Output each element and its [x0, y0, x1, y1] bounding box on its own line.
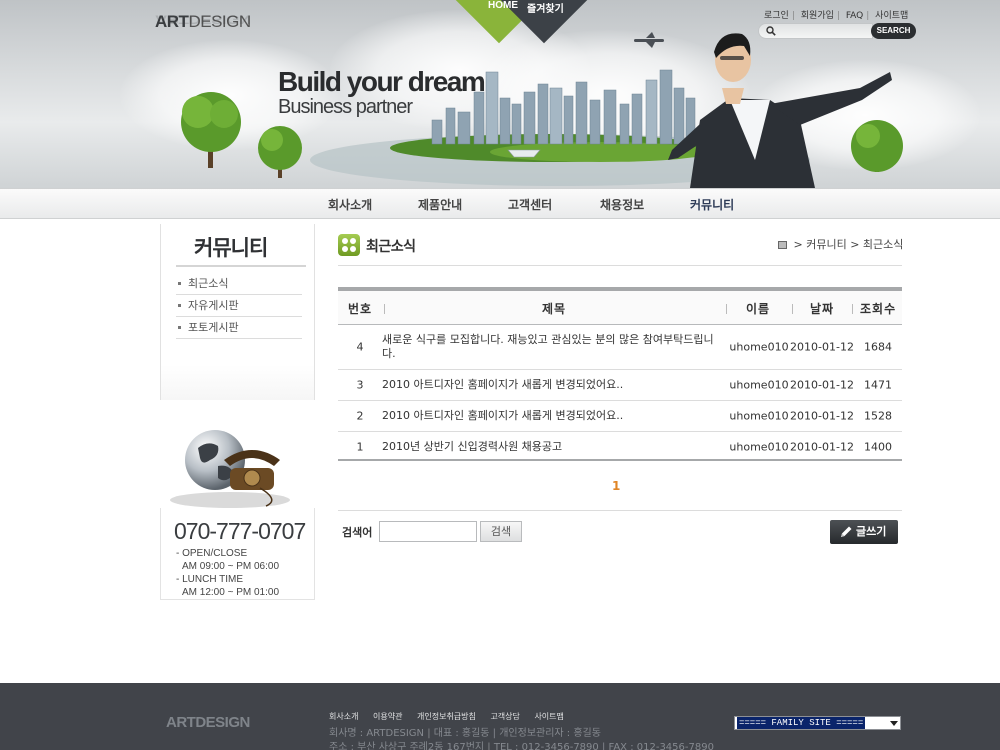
table-row[interactable]: 3 2010 아트디자인 홈페이지가 새롭게 변경되었어요.. uhome010…: [338, 370, 902, 401]
row-title[interactable]: 2010 아트디자인 홈페이지가 새롭게 변경되었어요..: [382, 378, 722, 392]
footer-link-terms[interactable]: 이용약관: [373, 712, 402, 721]
footer-links: 회사소개 이용약관 개인정보취급방침 고객상담 사이트맵: [329, 711, 576, 722]
row-title[interactable]: 새로운 식구를 모집합니다. 재능있고 관심있는 분의 많은 참여부탁드립니다.: [382, 333, 722, 361]
section-icon: [338, 234, 360, 256]
footer-link-support[interactable]: 고객상담: [490, 712, 519, 721]
hours-lunch-value: AM 12:00 ~ PM 01:00: [182, 587, 280, 598]
section-title: 최근소식: [366, 239, 416, 255]
header-search-button[interactable]: SEARCH: [871, 23, 916, 39]
breadcrumb-sep: >: [850, 238, 860, 251]
sidebar-item-photo-board[interactable]: 포토게시판: [176, 317, 302, 339]
login-link[interactable]: 로그인: [764, 11, 789, 21]
news-board: 번호 제목 이름 날짜 조회수 4 새로운 식구를 모집합니다. 재능있고 관심…: [338, 287, 902, 462]
row-no: 4: [356, 340, 364, 354]
family-site-selected: ===== FAMILY SITE =====: [737, 717, 866, 729]
col-name: 이름: [746, 302, 771, 316]
row-hits: 1684: [864, 340, 892, 354]
breadcrumb-current: 최근소식: [862, 238, 904, 251]
row-date: 2010-01-12: [790, 409, 854, 423]
footer: ARTDESIGN 회사소개 이용약관 개인정보취급방침 고객상담 사이트맵 회…: [0, 683, 1000, 750]
util-links: 로그인 | 회원가입 | FAQ | 사이트맵: [764, 11, 909, 21]
hours-open-value: AM 09:00 ~ PM 06:00: [182, 561, 280, 572]
join-link[interactable]: 회원가입: [801, 11, 834, 21]
footer-link-privacy[interactable]: 개인정보취급방침: [417, 712, 476, 721]
board-footer-divider: [338, 510, 902, 511]
row-name: uhome010: [729, 340, 789, 354]
board-search-input[interactable]: [379, 521, 477, 542]
footer-address-info: 주소 : 부산 사상구 주례2동 167번지 | TEL : 012-3456-…: [329, 742, 714, 750]
footer-logo: ARTDESIGN: [166, 714, 250, 731]
sidebar-item-free-board[interactable]: 자유게시판: [176, 295, 302, 317]
write-button[interactable]: 글쓰기: [830, 520, 898, 544]
board-search-label: 검색어: [342, 526, 373, 539]
footer-company-info: 회사명 : ARTDESIGN | 대표 : 홍길동 | 개인정보관리자 : 홍…: [329, 728, 601, 739]
row-title[interactable]: 2010 아트디자인 홈페이지가 새롭게 변경되었어요..: [382, 409, 722, 423]
footer-link-sitemap[interactable]: 사이트맵: [534, 712, 563, 721]
nav-item-community[interactable]: 커뮤니티: [690, 196, 734, 213]
board-search-button[interactable]: 검색: [480, 521, 522, 542]
slogan-sub: Business partner: [278, 96, 413, 118]
row-date: 2010-01-12: [790, 440, 854, 454]
sitemap-link[interactable]: 사이트맵: [875, 11, 908, 21]
nav-item-company[interactable]: 회사소개: [328, 196, 372, 213]
row-hits: 1400: [864, 440, 892, 454]
row-title[interactable]: 2010년 상반기 신입경력사원 채용공고: [382, 440, 722, 454]
row-no: 2: [356, 409, 364, 423]
pencil-icon: [841, 526, 852, 537]
hours-open-label: - OPEN/CLOSE: [176, 548, 248, 559]
col-no: 번호: [348, 302, 373, 316]
nav-item-support[interactable]: 고객센터: [508, 196, 552, 213]
nav-item-products[interactable]: 제품안내: [418, 196, 462, 213]
row-no: 3: [356, 378, 364, 392]
row-hits: 1471: [864, 378, 892, 392]
row-no: 1: [356, 440, 364, 454]
col-hits: 조회수: [860, 302, 897, 316]
main-nav: 회사소개 제품안내 고객센터 채용정보 커뮤니티: [0, 188, 1000, 219]
table-row[interactable]: 2 2010 아트디자인 홈페이지가 새롭게 변경되었어요.. uhome010…: [338, 401, 902, 432]
row-name: uhome010: [729, 440, 789, 454]
sidebar-divider: [176, 265, 306, 267]
family-site-select[interactable]: ===== FAMILY SITE =====: [734, 716, 901, 730]
sidebar-item-recent-news[interactable]: 최근소식: [176, 273, 302, 295]
row-date: 2010-01-12: [790, 340, 854, 354]
breadcrumb: > 커뮤니티 > 최근소식: [778, 236, 903, 252]
row-date: 2010-01-12: [790, 378, 854, 392]
contact-illustration: [160, 420, 315, 510]
row-hits: 1528: [864, 409, 892, 423]
favorite-link[interactable]: 즐겨찾기: [527, 0, 564, 15]
col-title: 제목: [542, 302, 567, 316]
logo-reflection-strong: ART: [155, 12, 189, 26]
globe-phone-icon: [170, 430, 290, 508]
footer-link-company[interactable]: 회사소개: [329, 712, 358, 721]
breadcrumb-sep: >: [793, 238, 803, 251]
header: ARTDESIGN ARTDESIGN HOME 즐겨찾기 로그인 | 회원가입 |…: [0, 0, 1000, 188]
hours-lunch-label: - LUNCH TIME: [176, 574, 244, 585]
col-date: 날짜: [810, 302, 835, 316]
chevron-down-icon: [890, 721, 898, 726]
contact-phone: 070-777-0707: [174, 518, 306, 544]
faq-link[interactable]: FAQ: [846, 11, 863, 21]
board-bottom-border: [338, 459, 902, 461]
table-row[interactable]: 1 2010년 상반기 신입경력사원 채용공고 uhome010 2010-01…: [338, 432, 902, 462]
home-icon[interactable]: [778, 241, 787, 249]
row-name: uhome010: [729, 409, 789, 423]
section-divider: [338, 265, 902, 266]
pagination-current[interactable]: 1: [612, 479, 620, 493]
logo-reflection-light: DESIGN: [188, 12, 251, 26]
sidebar-title: 커뮤니티: [194, 236, 268, 260]
row-name: uhome010: [729, 378, 789, 392]
logo-reflection: ARTDESIGN: [155, 12, 251, 26]
write-button-label: 글쓰기: [856, 525, 887, 538]
header-search-input[interactable]: [758, 23, 873, 39]
board-header: 번호 제목 이름 날짜 조회수: [338, 291, 902, 325]
slogan-main: Build your dream: [278, 66, 486, 97]
breadcrumb-parent[interactable]: 커뮤니티: [806, 238, 846, 251]
home-link[interactable]: HOME: [488, 0, 518, 11]
search-icon: [766, 26, 776, 36]
table-row[interactable]: 4 새로운 식구를 모집합니다. 재능있고 관심있는 분의 많은 참여부탁드립니…: [338, 325, 902, 370]
nav-item-careers[interactable]: 채용정보: [600, 196, 644, 213]
